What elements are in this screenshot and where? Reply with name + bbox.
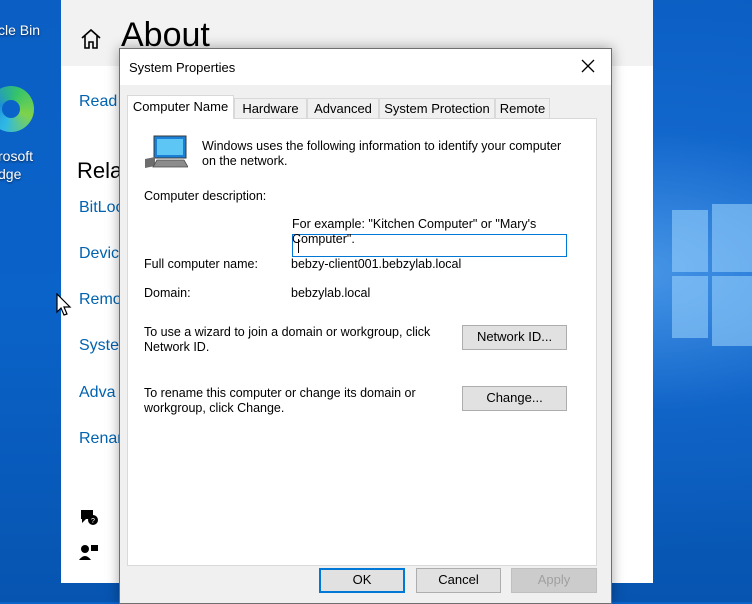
tab-hardware[interactable]: Hardware bbox=[234, 98, 307, 118]
full-computer-name-label: Full computer name: bbox=[144, 257, 258, 271]
get-help-icon[interactable]: ? bbox=[79, 508, 99, 526]
intro-text: Windows uses the following information t… bbox=[202, 139, 562, 168]
example-text: For example: "Kitchen Computer" or "Mary… bbox=[292, 217, 537, 246]
rename-text: To rename this computer or change its do… bbox=[144, 386, 416, 415]
svg-text:?: ? bbox=[91, 518, 95, 525]
ok-button[interactable]: OK bbox=[319, 568, 405, 593]
tab-remote[interactable]: Remote bbox=[495, 98, 550, 118]
computer-description-label: Computer description: bbox=[144, 189, 267, 203]
device-manager-link[interactable]: Devic bbox=[79, 245, 119, 263]
tab-system-protection[interactable]: System Protection bbox=[379, 98, 495, 118]
computer-icon bbox=[145, 135, 188, 168]
change-button[interactable]: Change... bbox=[462, 386, 567, 411]
apply-button[interactable]: Apply bbox=[511, 568, 597, 593]
edge-icon[interactable] bbox=[0, 86, 34, 132]
tab-advanced[interactable]: Advanced bbox=[307, 98, 379, 118]
recycle-bin-label[interactable]: cle Bin bbox=[0, 22, 40, 39]
bitlocker-link[interactable]: BitLoc bbox=[79, 199, 123, 217]
full-computer-name-value: bebzy-client001.bebzylab.local bbox=[291, 257, 462, 271]
cancel-button[interactable]: Cancel bbox=[416, 568, 501, 593]
domain-value: bebzylab.local bbox=[291, 286, 371, 300]
close-icon[interactable] bbox=[579, 57, 597, 75]
related-heading: Rela bbox=[77, 158, 123, 183]
computer-name-panel: Windows uses the following information t… bbox=[127, 118, 597, 566]
wizard-text: To use a wizard to join a domain or work… bbox=[144, 325, 431, 354]
edge-label[interactable]: rosoft bbox=[0, 148, 33, 165]
domain-label: Domain: bbox=[144, 286, 191, 300]
feedback-icon[interactable] bbox=[79, 543, 99, 561]
system-protection-link[interactable]: Syste bbox=[79, 337, 119, 355]
remote-desktop-link[interactable]: Remo bbox=[79, 291, 122, 309]
home-icon[interactable] bbox=[79, 27, 103, 51]
edge-label-2[interactable]: dge bbox=[0, 166, 21, 183]
dialog-title: System Properties bbox=[129, 60, 236, 75]
dialog-titlebar[interactable]: System Properties bbox=[120, 49, 611, 85]
tab-computer-name[interactable]: Computer Name bbox=[127, 95, 234, 119]
read-link[interactable]: Read bbox=[79, 93, 117, 111]
system-properties-dialog: System Properties Computer Name Hardware… bbox=[119, 48, 612, 604]
windows-logo-wallpaper bbox=[672, 204, 752, 350]
network-id-button[interactable]: Network ID... bbox=[462, 325, 567, 350]
advanced-settings-link[interactable]: Adva bbox=[79, 384, 115, 402]
mouse-pointer-icon bbox=[56, 293, 72, 316]
rename-link[interactable]: Renar bbox=[79, 430, 123, 448]
